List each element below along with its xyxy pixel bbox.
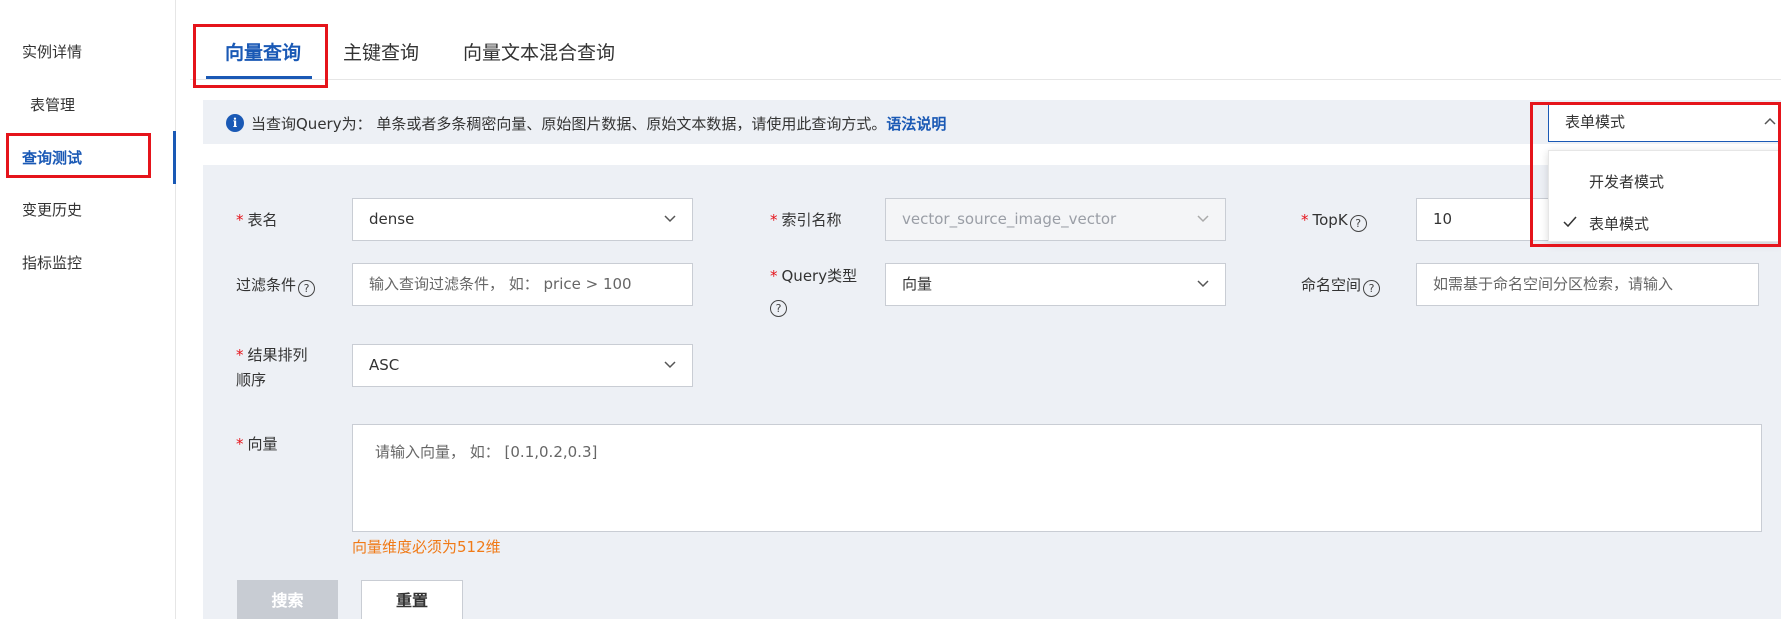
info-text: 当查询Query为： 单条或者多条稠密向量、原始图片数据、原始文本数据，请使用此… (251, 113, 946, 134)
chevron-down-icon (1197, 215, 1209, 223)
chevron-up-icon (1764, 117, 1776, 125)
index-name-label-text: 索引名称 (781, 211, 842, 229)
sort-order-value: ASC (369, 356, 400, 374)
filter-input[interactable]: 输入查询过滤条件， 如： price > 100 (352, 263, 693, 306)
help-icon[interactable]: ? (770, 300, 787, 317)
required-mark: * (236, 211, 244, 229)
namespace-input[interactable]: 如需基于命名空间分区检索，请输入 (1416, 263, 1759, 306)
required-mark: * (770, 267, 778, 285)
help-icon[interactable]: ? (298, 280, 316, 297)
mode-select[interactable]: 表单模式 (1548, 102, 1781, 142)
help-icon[interactable]: ? (1363, 280, 1381, 297)
filter-label-text: 过滤条件 (236, 276, 297, 294)
index-name-label: * 索引名称 (770, 208, 842, 232)
query-type-value: 向量 (902, 275, 933, 293)
topk-label-text: TopK (1312, 211, 1348, 229)
chevron-down-icon (664, 215, 676, 223)
check-icon (1563, 216, 1577, 228)
required-mark: * (236, 435, 244, 453)
query-type-label: * Query类型 (770, 264, 857, 288)
sidebar-item-table-management[interactable]: 表管理 (30, 94, 75, 115)
info-icon: i (226, 114, 244, 132)
query-type-select[interactable]: 向量 (885, 263, 1226, 306)
topk-value: 10 (1433, 210, 1453, 228)
vector-dimension-hint: 向量维度必须为512维 (352, 538, 501, 556)
chevron-down-icon (664, 361, 676, 369)
table-name-value: dense (369, 210, 415, 228)
index-name-select: vector_source_image_vector (885, 198, 1226, 241)
sort-order-label: * 结果排列 (236, 343, 308, 367)
sidebar-active-indicator (173, 131, 176, 184)
sidebar-item-metrics-monitor[interactable]: 指标监控 (22, 252, 82, 273)
required-mark: * (770, 211, 778, 229)
info-message: 当查询Query为： 单条或者多条稠密向量、原始图片数据、原始文本数据，请使用此… (251, 115, 887, 133)
search-button[interactable]: 搜索 (237, 580, 338, 619)
sidebar-item-query-test[interactable]: 查询测试 (22, 147, 82, 168)
filter-label: 过滤条件? (236, 273, 316, 297)
tab-active-underline (206, 76, 312, 79)
tab-primary-key-query[interactable]: 主键查询 (343, 38, 419, 65)
namespace-placeholder: 如需基于命名空间分区检索，请输入 (1433, 275, 1674, 293)
mode-option-form[interactable]: 表单模式 (1589, 213, 1649, 234)
sidebar-item-change-history[interactable]: 变更历史 (22, 199, 82, 220)
table-name-select[interactable]: dense (352, 198, 693, 241)
mode-option-developer[interactable]: 开发者模式 (1589, 171, 1664, 192)
vector-textarea[interactable]: 请输入向量， 如： [0.1,0.2,0.3] (352, 424, 1762, 532)
syntax-help-link[interactable]: 语法说明 (886, 115, 946, 133)
topk-input[interactable]: 10 (1416, 198, 1552, 241)
vector-label: * 向量 (236, 432, 278, 456)
tab-hybrid-query[interactable]: 向量文本混合查询 (463, 38, 615, 65)
index-name-value: vector_source_image_vector (902, 210, 1117, 228)
reset-button[interactable]: 重置 (361, 580, 463, 619)
chevron-down-icon (1197, 280, 1209, 288)
help-icon[interactable]: ? (1349, 215, 1367, 232)
vector-label-text: 向量 (247, 435, 278, 453)
tab-bar: 向量查询 主键查询 向量文本混合查询 (190, 0, 1781, 80)
sidebar-item-instance-detail[interactable]: 实例详情 (22, 41, 82, 62)
required-mark: * (236, 346, 244, 364)
vector-placeholder: 请输入向量， 如： [0.1,0.2,0.3] (375, 443, 598, 461)
sort-order-label-line2: 顺序 (236, 371, 267, 389)
mode-select-value: 表单模式 (1565, 113, 1626, 131)
query-type-label-text: Query类型 (781, 267, 858, 285)
tab-vector-query[interactable]: 向量查询 (225, 38, 301, 65)
mode-dropdown-menu: 开发者模式 表单模式 (1548, 150, 1781, 242)
info-banner: i 当查询Query为： 单条或者多条稠密向量、原始图片数据、原始文本数据，请使… (203, 100, 1781, 144)
sort-order-label-line1: 结果排列 (247, 346, 308, 364)
sidebar: 实例详情 表管理 查询测试 变更历史 指标监控 (0, 0, 176, 619)
filter-placeholder: 输入查询过滤条件， 如： price > 100 (369, 275, 632, 293)
sort-order-select[interactable]: ASC (352, 344, 693, 387)
sort-order-label-2: 顺序 (236, 368, 266, 392)
namespace-label: 命名空间? (1301, 273, 1381, 297)
query-type-help: ? (770, 293, 787, 317)
required-mark: * (1301, 211, 1309, 229)
topk-label: * TopK? (1301, 208, 1367, 232)
table-name-label-text: 表名 (247, 211, 278, 229)
table-name-label: * 表名 (236, 208, 278, 232)
namespace-label-text: 命名空间 (1301, 276, 1362, 294)
